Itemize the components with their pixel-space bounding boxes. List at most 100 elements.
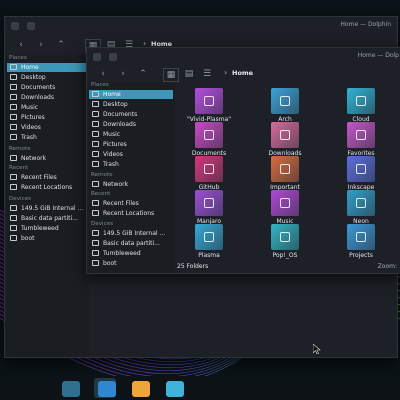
recent-locations[interactable]: Recent Locations	[89, 209, 173, 218]
window-buttons	[11, 22, 35, 30]
place-label: Downloads	[21, 94, 54, 101]
up-icon[interactable]: ⌃	[55, 39, 67, 51]
dolphin-window-front[interactable]: Home — Dolp ‹ › ⌃ ▦ ▤ ☰ › Home Places Ho…	[86, 47, 400, 274]
folder-emblem-icon	[356, 130, 366, 140]
recent-files[interactable]: Recent Files	[89, 199, 173, 208]
place-desktop[interactable]: Desktop	[89, 100, 173, 109]
place-trash[interactable]: Trash	[89, 160, 173, 169]
folder-emblem-icon	[280, 130, 290, 140]
place-trash[interactable]: Trash	[7, 133, 87, 142]
back-icon[interactable]: ‹	[15, 39, 27, 51]
place-pictures[interactable]: Pictures	[89, 140, 173, 149]
desktop-icon	[92, 101, 99, 107]
recent-locations-icon	[92, 210, 99, 216]
documents-icon	[92, 111, 99, 117]
pictures-icon	[92, 141, 99, 147]
zoom-label: Zoom:	[377, 263, 397, 270]
place-label: Network	[103, 181, 129, 188]
folder-emblem-icon	[204, 198, 214, 208]
recent-files[interactable]: Recent Files	[7, 173, 87, 182]
forward-icon[interactable]: ›	[35, 39, 47, 51]
pin-button[interactable]	[11, 22, 19, 30]
drive-icon	[10, 205, 17, 211]
folder-icon	[271, 224, 299, 250]
place-label: Basic data partiti...	[21, 215, 78, 222]
folder-icon	[271, 122, 299, 148]
music-icon	[92, 131, 99, 137]
folder-icon	[195, 122, 223, 148]
place-label: Documents	[103, 111, 138, 118]
device-basic-data[interactable]: Basic data partiti...	[89, 239, 173, 248]
folder-emblem-icon	[356, 198, 366, 208]
breadcrumb-arrow-icon: ›	[224, 68, 228, 77]
place-documents[interactable]: Documents	[7, 83, 87, 92]
folder-icon	[195, 88, 223, 114]
details-view-icon[interactable]: ☰	[201, 68, 213, 80]
downloads-icon	[10, 94, 17, 100]
place-downloads[interactable]: Downloads	[7, 93, 87, 102]
remote-network[interactable]: Network	[89, 180, 173, 189]
device-basic-data[interactable]: Basic data partiti...	[7, 214, 87, 223]
pin-button[interactable]	[93, 53, 101, 61]
remote-header: Remote	[9, 146, 31, 152]
place-music[interactable]: Music	[7, 103, 87, 112]
folder-emblem-icon	[204, 130, 214, 140]
titlebar[interactable]: Home — Dolphin	[5, 17, 397, 36]
trash-icon	[10, 134, 17, 140]
folder-label: Plasma	[198, 252, 220, 259]
place-label: Network	[21, 155, 47, 162]
place-documents[interactable]: Documents	[89, 110, 173, 119]
desktop-icon	[10, 74, 17, 80]
device-boot[interactable]: boot	[89, 259, 173, 268]
device-tumbleweed[interactable]: Tumbleweed	[7, 224, 87, 233]
network-icon	[10, 155, 17, 161]
back-icon[interactable]: ‹	[97, 68, 109, 80]
place-music[interactable]: Music	[89, 130, 173, 139]
device-boot[interactable]: boot	[7, 234, 87, 243]
breadcrumb-home[interactable]: Home	[232, 69, 253, 77]
device-internal[interactable]: 149.5 GiB Internal ...	[7, 204, 87, 213]
home-icon	[10, 64, 17, 70]
up-icon[interactable]: ⌃	[137, 68, 149, 80]
place-downloads[interactable]: Downloads	[89, 120, 173, 129]
place-label: Desktop	[103, 101, 128, 108]
drive-icon	[92, 240, 99, 246]
mouse-cursor-icon	[313, 344, 321, 354]
dolphin-icon[interactable]	[166, 381, 184, 397]
remote-network[interactable]: Network	[7, 154, 87, 163]
place-home[interactable]: Home	[89, 90, 173, 99]
place-label: Home	[103, 91, 121, 98]
place-label: Home	[21, 64, 39, 71]
place-desktop[interactable]: Desktop	[7, 73, 87, 82]
system-settings-icon[interactable]	[98, 381, 116, 397]
icons-view-icon[interactable]: ▦	[163, 68, 179, 82]
launcher-icon[interactable]	[62, 381, 80, 397]
devices-header: Devices	[9, 196, 32, 202]
devices-header: Devices	[91, 221, 114, 227]
device-internal[interactable]: 149.5 GiB Internal ...	[89, 229, 173, 238]
folder-emblem-icon	[356, 164, 366, 174]
places-panel: Places Home Desktop Documents Downloads …	[5, 55, 89, 357]
recent-locations[interactable]: Recent Locations	[7, 183, 87, 192]
compact-view-icon[interactable]: ▤	[183, 68, 195, 80]
drive-icon	[10, 215, 17, 221]
device-tumbleweed[interactable]: Tumbleweed	[89, 249, 173, 258]
place-home[interactable]: Home	[7, 63, 87, 72]
recent-locations-icon	[10, 184, 17, 190]
place-videos[interactable]: Videos	[89, 150, 173, 159]
folder-icon	[195, 190, 223, 216]
forward-icon[interactable]: ›	[117, 68, 129, 80]
trash-icon	[92, 161, 99, 167]
place-label: Music	[103, 131, 121, 138]
status-bar: 25 Folders Zoom:	[175, 261, 400, 273]
keep-above-button[interactable]	[27, 22, 35, 30]
folder-icon	[347, 224, 375, 250]
keep-above-button[interactable]	[109, 53, 117, 61]
documents-icon	[10, 84, 17, 90]
place-pictures[interactable]: Pictures	[7, 113, 87, 122]
discover-icon[interactable]	[132, 381, 150, 397]
place-videos[interactable]: Videos	[7, 123, 87, 132]
pictures-icon	[10, 114, 17, 120]
folder-grid: "Vivid-Plasma" Arch Cloud Documents Download…	[179, 84, 400, 260]
titlebar[interactable]: Home — Dolp	[87, 48, 400, 67]
